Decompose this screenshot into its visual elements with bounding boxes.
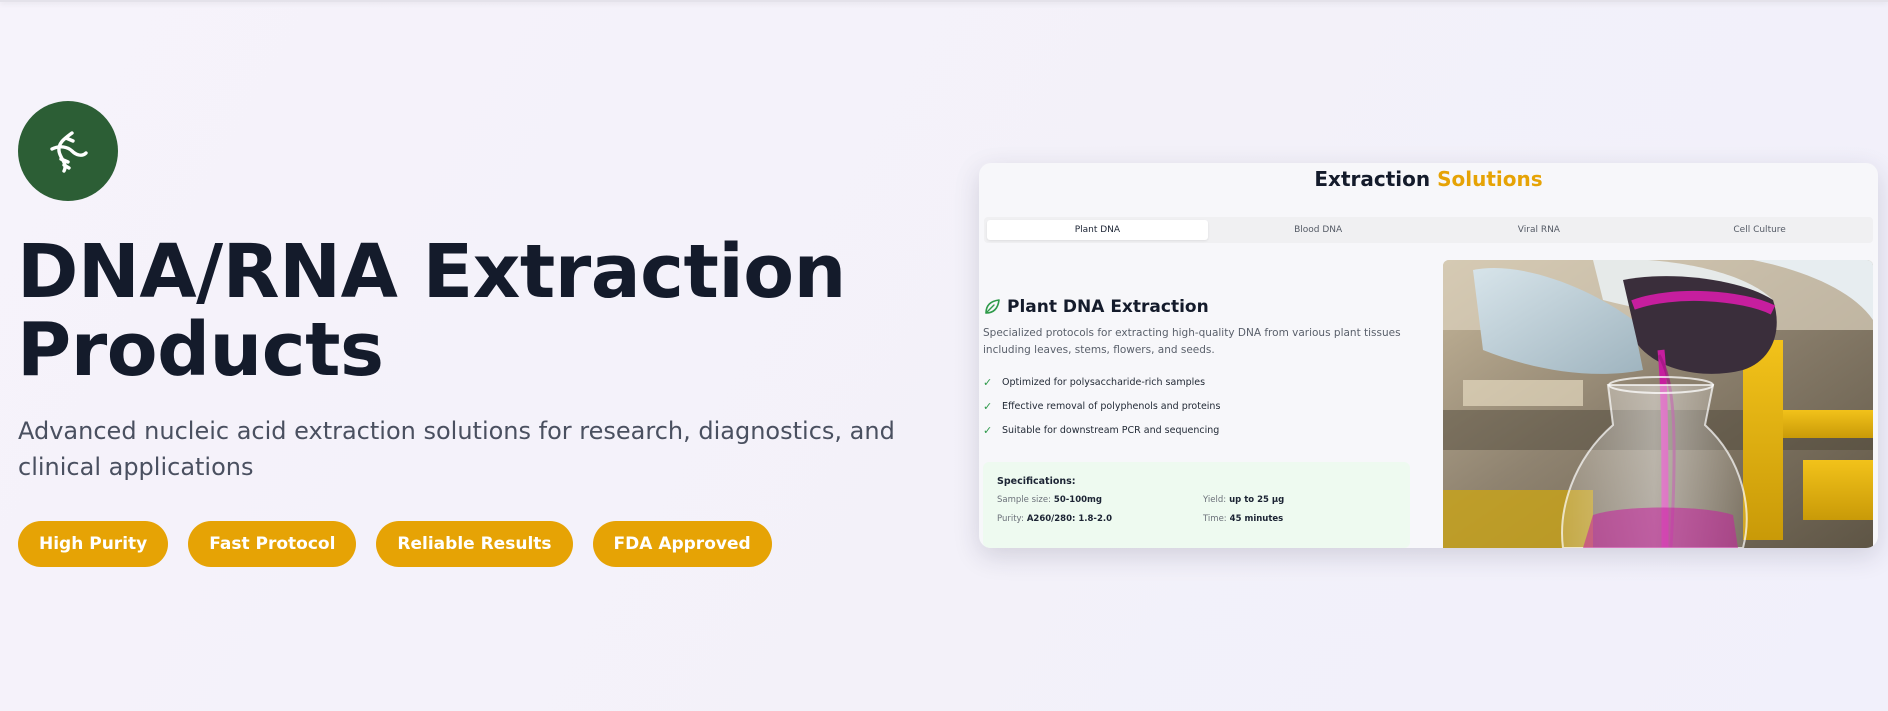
plant-dna-panel: Plant DNA Extraction Specialized protoco… [983, 297, 1413, 442]
feature-text: Optimized for polysaccharide-rich sample… [1002, 376, 1206, 388]
feature-text: Effective removal of polyphenols and pro… [1002, 400, 1221, 412]
extraction-solutions-card: Extraction Solutions Plant DNA Blood DNA… [979, 163, 1878, 548]
check-icon: ✓ [983, 399, 993, 413]
tab-cell-culture[interactable]: Cell Culture [1649, 220, 1870, 240]
feature-text: Suitable for downstream PCR and sequenci… [1002, 424, 1220, 436]
specs-grid: Sample size: 50-100mg Yield: up to 25 μg P… [997, 495, 1396, 524]
spec-label: Purity: [997, 514, 1024, 524]
specs-title: Specifications: [997, 476, 1076, 487]
dna-icon [50, 131, 88, 173]
spec-label: Time: [1203, 514, 1227, 524]
card-title-main: Extraction [1314, 167, 1431, 191]
leaf-icon [985, 299, 1000, 314]
spec-value: 50-100mg [1053, 495, 1102, 505]
list-item: ✓ Effective removal of polyphenols and p… [983, 394, 1413, 418]
spec-value: 45 minutes [1229, 514, 1284, 524]
card-title-accent: Solutions [1437, 167, 1543, 191]
badge-reliable-results[interactable]: Reliable Results [376, 521, 573, 567]
badge-fast-protocol[interactable]: Fast Protocol [188, 521, 357, 567]
specifications-box: Specifications: Sample size: 50-100mg Yie… [983, 462, 1410, 548]
badge-fda-approved[interactable]: FDA Approved [592, 521, 772, 567]
lab-photo [1443, 260, 1873, 548]
feature-list: ✓ Optimized for polysaccharide-rich samp… [983, 370, 1413, 442]
page-title: DNA/RNA Extraction Products [17, 229, 846, 393]
spec-label: Sample size: [997, 495, 1051, 505]
spec-time: Time: 45 minutes [1203, 514, 1403, 524]
panel-heading: Plant DNA Extraction [983, 297, 1413, 317]
tab-plant-dna[interactable]: Plant DNA [987, 220, 1208, 240]
tab-blood-dna[interactable]: Blood DNA [1208, 220, 1429, 240]
list-item: ✓ Suitable for downstream PCR and sequen… [983, 418, 1413, 442]
spec-yield: Yield: up to 25 μg [1203, 495, 1403, 505]
header-shadow [0, 0, 1888, 2]
feature-badges: High Purity Fast Protocol Reliable Resul… [18, 521, 772, 567]
solution-tabs: Plant DNA Blood DNA Viral RNA Cell Cultu… [984, 217, 1873, 243]
panel-description: Specialized protocols for extracting hig… [983, 327, 1401, 356]
card-title: Extraction Solutions [979, 163, 1878, 199]
badge-high-purity[interactable]: High Purity [18, 521, 169, 567]
spec-purity: Purity: A260/280: 1.8-2.0 [997, 514, 1203, 524]
dna-logo [18, 101, 118, 201]
panel-heading-text: Plant DNA Extraction [1007, 297, 1209, 317]
spec-value: A260/280: 1.8-2.0 [1026, 514, 1112, 524]
tab-viral-rna[interactable]: Viral RNA [1429, 220, 1650, 240]
lab-pouring-liquid-photo [1443, 260, 1873, 548]
check-icon: ✓ [983, 423, 993, 437]
spec-value: up to 25 μg [1229, 495, 1285, 505]
spec-label: Yield: [1203, 495, 1227, 505]
spec-sample-size: Sample size: 50-100mg [997, 495, 1203, 505]
check-icon: ✓ [983, 375, 993, 389]
list-item: ✓ Optimized for polysaccharide-rich samp… [983, 370, 1413, 394]
page-subtitle: Advanced nucleic acid extraction solutio… [18, 417, 895, 481]
